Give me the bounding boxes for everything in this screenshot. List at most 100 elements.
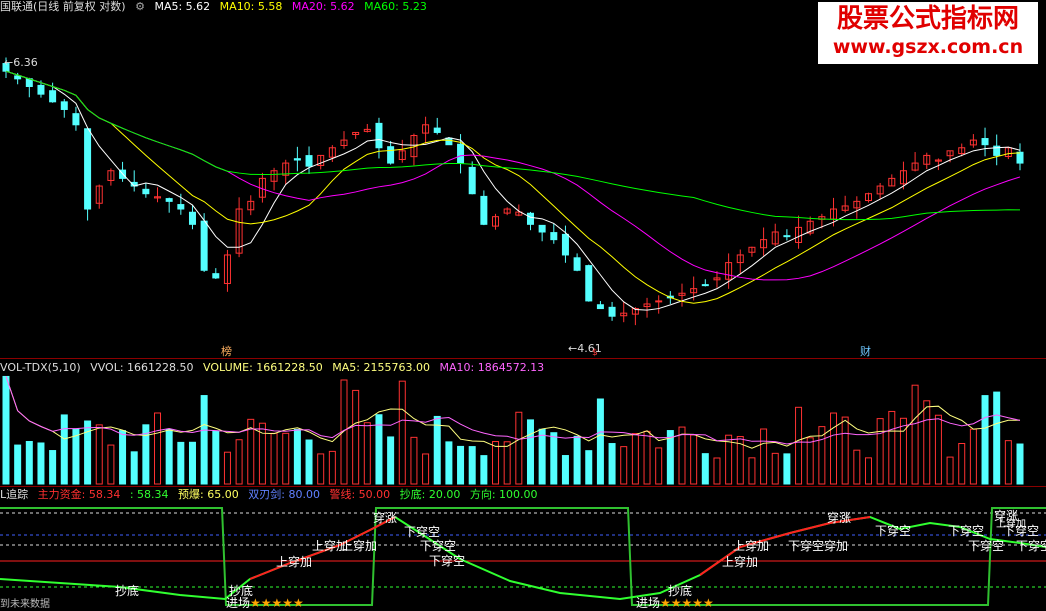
candle-body: [49, 90, 57, 103]
main-fund-label: 主力资金: 58.34: [37, 488, 121, 501]
candle-body: [14, 75, 22, 80]
signal-label: 上穿加: [722, 555, 759, 569]
volume-bar: [154, 412, 162, 485]
volume-bar: [37, 442, 45, 485]
volume-bar: [352, 389, 360, 485]
volume-bar: [771, 452, 779, 485]
price-panel[interactable]: 国联通(日线 前复权 对数) ⚙ MA5: 5.62 MA10: 5.58 MA…: [0, 0, 1046, 358]
candle-body: [526, 212, 534, 225]
candle-body: [445, 137, 453, 146]
settings-icon[interactable]: ⚙: [135, 0, 145, 13]
candle-body: [212, 273, 220, 279]
volume-bar: [946, 456, 954, 485]
candle-body: [457, 143, 465, 164]
candle-body: [387, 146, 395, 164]
ma10-line: [5, 70, 1021, 304]
volume-bar: [806, 437, 814, 485]
vol-ma5-label: MA5: 2155763.00: [332, 361, 430, 374]
volume-panel[interactable]: VOL-TDX(5,10) VVOL: 1661228.50 VOLUME: 1…: [0, 360, 1046, 486]
dividend-badge[interactable]: $: [592, 348, 598, 358]
finance-badge[interactable]: 财: [860, 343, 871, 359]
volume-bar: [130, 451, 138, 485]
ma5-line: [5, 70, 1021, 311]
candle-body: [701, 284, 709, 287]
volume-bar: [993, 391, 1001, 485]
volume-bar: [981, 395, 989, 485]
volume-bar: [701, 453, 709, 485]
volume-bar: [888, 410, 896, 485]
candle-body: [177, 204, 185, 210]
volume-bar: [107, 444, 115, 485]
volume-bar: [864, 457, 872, 485]
volume-bar: [795, 406, 803, 485]
volume-bar: [398, 380, 406, 485]
candle-body: [293, 158, 301, 161]
signal-label: 上穿加: [996, 519, 1026, 530]
ma5-label: MA5: 5.62: [154, 0, 211, 13]
volume-bar: [573, 435, 581, 485]
volume-bar: [433, 415, 441, 485]
candle-body: [596, 304, 604, 310]
volume-bar: [282, 432, 290, 485]
candle-body: [585, 265, 593, 302]
volume-bar: [200, 395, 208, 485]
signal-label: 上穿加: [341, 539, 378, 553]
volume-bar: [515, 411, 523, 485]
indicator-header: L追踪 主力资金: 58.34 : 58.34 预爆: 65.00 双刃剑: 8…: [0, 488, 544, 502]
signal-label: 下穿空: [968, 539, 1005, 553]
volume-bar: [631, 433, 639, 485]
volume-bar: [468, 446, 476, 485]
volume-bar: [538, 428, 546, 485]
volume-ma10-line: [5, 376, 1021, 445]
volume-bar: [410, 436, 418, 485]
volume-bar: [72, 428, 80, 485]
volume-bar: [958, 443, 966, 485]
volume-bar: [84, 420, 92, 485]
volume-bar: [713, 457, 721, 485]
candle-body: [468, 166, 476, 195]
candle-body: [142, 188, 150, 195]
volume-bar: [212, 430, 220, 485]
candle-body: [655, 300, 663, 303]
volume-bar: [422, 453, 430, 485]
volume-bar: [119, 430, 127, 485]
volume-bar: [503, 441, 511, 485]
panel-divider: [0, 358, 1046, 359]
indicator-panel[interactable]: L追踪 主力资金: 58.34 : 58.34 预爆: 65.00 双刃剑: 8…: [0, 487, 1046, 610]
indicator-chart[interactable]: [0, 487, 1046, 608]
candle-body: [165, 198, 173, 202]
volume-bar: [363, 422, 371, 485]
volume-bar: [165, 428, 173, 485]
volume-bar: [608, 443, 616, 485]
fangxiang-label: 方向: 100.00: [469, 488, 538, 501]
candle-body: [1016, 151, 1024, 164]
volume-bar: [853, 449, 861, 485]
volume-bar: [270, 432, 278, 485]
volume-bar: [934, 414, 942, 485]
volume-label: VOLUME: 1661228.50: [203, 361, 323, 374]
watermark-url: www.gszx.com.cn: [832, 36, 1024, 58]
volume-bar: [841, 416, 849, 485]
ranking-badge[interactable]: 榜: [221, 343, 232, 359]
high-price-label: ←6.36: [4, 56, 38, 69]
chaodi-label: 抄底: 20.00: [399, 488, 461, 501]
signal-label: 下穿空: [429, 554, 466, 568]
volume-bar: [387, 436, 395, 485]
candle-body: [72, 113, 80, 126]
volume-bar: [49, 450, 57, 485]
vol-indicator-name: VOL-TDX(5,10): [0, 361, 81, 374]
volume-chart[interactable]: [0, 360, 1046, 486]
signal-label: 穿涨: [827, 511, 852, 525]
volume-bar: [760, 428, 768, 485]
signal-label: 下穿空: [875, 524, 912, 538]
candle-body: [981, 138, 989, 146]
volume-bar: [690, 434, 698, 485]
volume-bar: [25, 440, 33, 485]
ma20-line: [5, 70, 1021, 281]
candle-body: [188, 211, 196, 225]
candle-body: [84, 128, 92, 210]
volume-bar: [876, 418, 884, 485]
volume-bar: [561, 455, 569, 485]
signal-label: 进场★★★★★: [636, 596, 714, 610]
volume-bar: [911, 384, 919, 485]
